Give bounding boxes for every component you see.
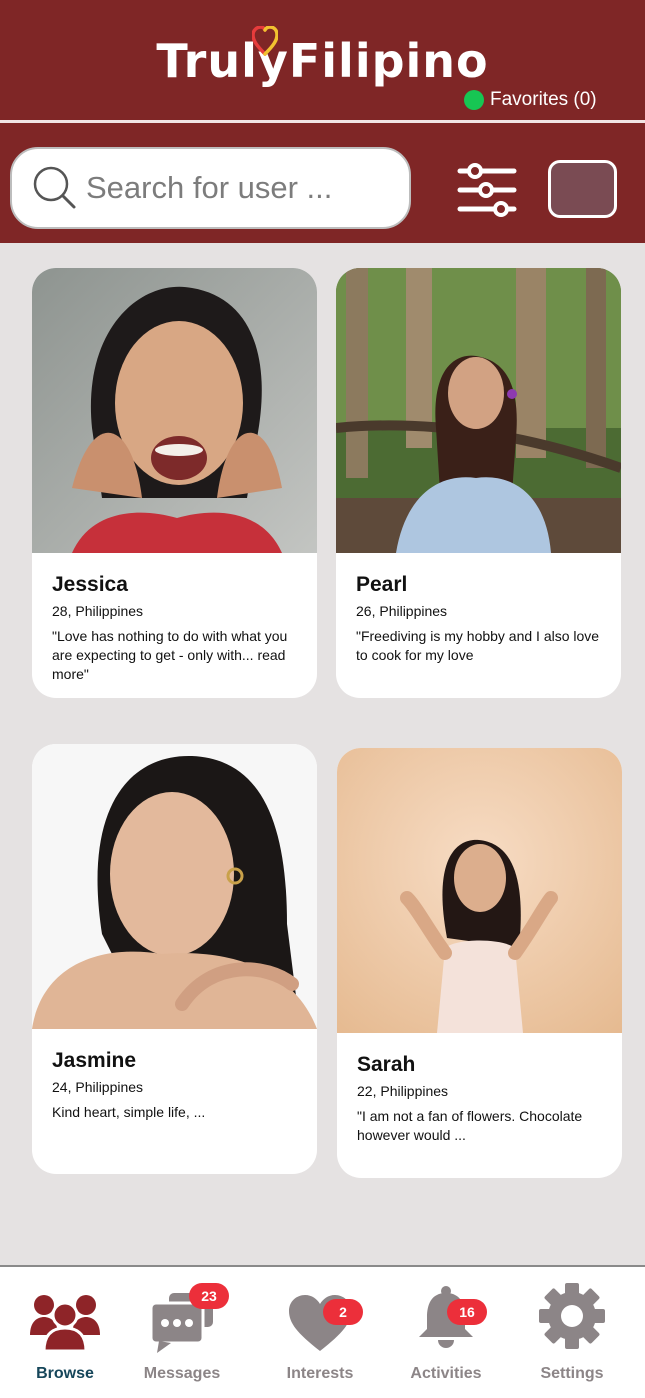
gear-icon (539, 1283, 605, 1349)
profile-photo (337, 748, 622, 1033)
nav-messages[interactable]: 23 Messages (127, 1277, 237, 1387)
profile-age-location: 24, Philippines (52, 1079, 144, 1095)
nav-browse[interactable]: Browse (10, 1277, 120, 1387)
profile-photo (32, 268, 317, 553)
search-icon (33, 166, 76, 209)
profile-card[interactable]: Sarah 22, Philippines "I am not a fan of… (337, 748, 622, 1178)
profile-name: Sarah (357, 1053, 416, 1076)
profile-name: Jessica (52, 573, 128, 596)
favorites-label: Favorites (0) (490, 89, 597, 110)
profile-name: Jasmine (52, 1049, 137, 1072)
nav-interests-label: Interests (286, 1365, 354, 1382)
app-header: TrulyFilipino Favorites (0) (0, 0, 645, 243)
nav-activities-label: Activities (410, 1365, 482, 1382)
activities-badge: 16 (447, 1299, 487, 1325)
messages-badge: 23 (189, 1283, 229, 1309)
browse-users-icon (30, 1295, 100, 1351)
profile-card[interactable]: Jasmine 24, Philippines Kind heart, simp… (32, 744, 317, 1174)
profile-card[interactable]: Pearl 26, Philippines "Freediving is my … (336, 268, 621, 698)
bottom-navigation: Browse 23 Messages 2 Interests 16 Activi… (0, 1265, 645, 1398)
nav-messages-label: Messages (143, 1365, 221, 1382)
filter-sliders-icon[interactable] (456, 160, 518, 220)
profile-menu-button[interactable] (548, 160, 617, 218)
header-divider (0, 120, 645, 123)
nav-settings-label: Settings (540, 1365, 604, 1382)
profile-age-location: 26, Philippines (356, 603, 448, 619)
profile-bio: Kind heart, simple life, ... (52, 1104, 206, 1120)
profile-bio: "I am not a fan of flowers. Chocolate ho… (357, 1108, 583, 1143)
profile-photo (32, 744, 317, 1029)
profile-bio: "Love has nothing to do with what you ar… (52, 628, 288, 682)
favorites-indicator[interactable]: Favorites (0) (464, 88, 597, 112)
profile-photo (336, 268, 621, 553)
online-status-dot (464, 90, 484, 110)
nav-browse-label: Browse (36, 1365, 94, 1382)
profile-age-location: 28, Philippines (52, 603, 144, 619)
brand-logo[interactable]: TrulyFilipino (0, 34, 645, 88)
heart-logo-icon (252, 26, 278, 56)
profile-card[interactable]: Jessica 28, Philippines "Love has nothin… (32, 268, 317, 698)
profile-bio: "Freediving is my hobby and I also love … (356, 628, 600, 663)
nav-settings[interactable]: Settings (517, 1277, 627, 1387)
profile-name: Pearl (356, 573, 408, 596)
nav-interests[interactable]: 2 Interests (265, 1277, 375, 1387)
search-input[interactable] (86, 170, 386, 206)
search-bar[interactable] (10, 147, 411, 229)
interests-badge: 2 (323, 1299, 363, 1325)
profile-age-location: 22, Philippines (357, 1083, 449, 1099)
nav-activities[interactable]: 16 Activities (391, 1277, 501, 1387)
